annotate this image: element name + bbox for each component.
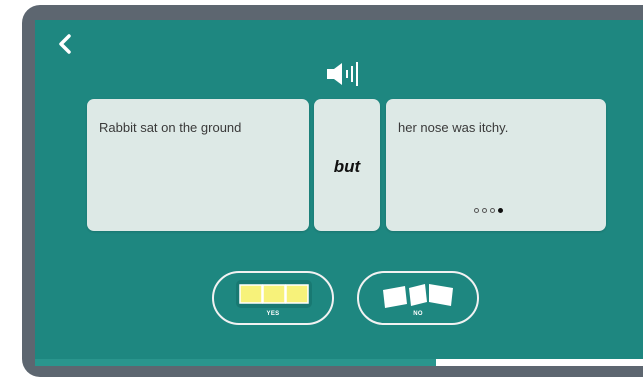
no-label: NO <box>413 311 423 317</box>
clause-right-text: her nose was itchy. <box>398 120 509 135</box>
back-button[interactable] <box>53 30 79 62</box>
sentence-card-right: her nose was itchy. <box>386 99 606 231</box>
broken-blocks-icon <box>383 284 453 308</box>
page-indicator <box>474 208 503 213</box>
conjunction-card: but <box>314 99 380 231</box>
sentence-card-left: Rabbit sat on the ground <box>87 99 309 231</box>
activity-screen: Rabbit sat on the ground but her nose wa… <box>35 20 643 366</box>
page-dot <box>474 208 479 213</box>
page-dot <box>482 208 487 213</box>
page-dot <box>498 208 503 213</box>
page-dot <box>490 208 495 213</box>
chevron-left-icon <box>59 34 71 54</box>
speaker-icon <box>327 62 358 86</box>
progress-bar <box>35 359 643 366</box>
yes-label: YES <box>266 311 280 317</box>
clause-left-text: Rabbit sat on the ground <box>99 120 242 135</box>
conjunction-text: but <box>333 157 361 176</box>
progress-fill <box>35 359 437 366</box>
audio-button[interactable] <box>325 60 369 88</box>
no-button[interactable]: NO <box>357 271 479 325</box>
connected-blocks-icon <box>236 280 312 308</box>
yes-button[interactable]: YES <box>212 271 334 325</box>
